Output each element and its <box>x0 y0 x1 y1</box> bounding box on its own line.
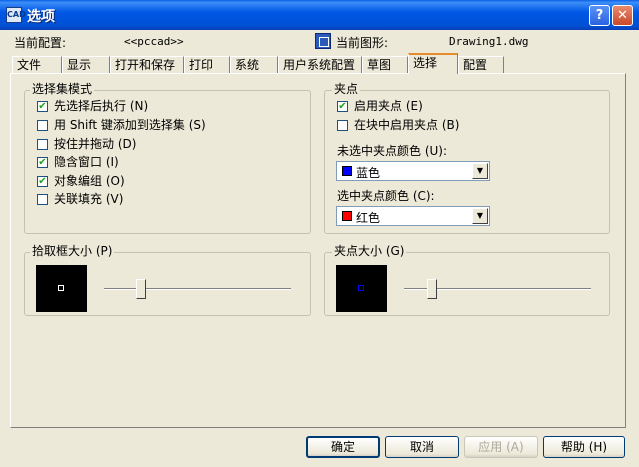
ok-button[interactable]: 确定 <box>306 436 380 458</box>
tab-files[interactable]: 文件 <box>12 56 62 73</box>
tab-system[interactable]: 系统 <box>230 56 278 73</box>
unselected-grip-color-label: 未选中夹点颜色 (U): <box>337 144 448 158</box>
help-title-button[interactable]: ? <box>589 5 610 26</box>
unselected-grip-color-value: 蓝色 <box>356 166 381 180</box>
selected-grip-color-select[interactable]: 红色 ▼ <box>336 206 490 226</box>
shift-add-label[interactable]: 用 Shift 键添加到选择集 (S) <box>54 118 206 132</box>
selected-grip-color-value: 红色 <box>356 211 381 225</box>
drawing-icon <box>315 33 331 49</box>
current-drawing-value: Drawing1.dwg <box>449 35 529 48</box>
implied-window-label[interactable]: 隐含窗口 (I) <box>54 155 119 169</box>
selected-grip-color-label: 选中夹点颜色 (C): <box>337 189 435 203</box>
associative-hatch-label[interactable]: 关联填充 (V) <box>54 192 123 206</box>
current-profile-value: <<pccad>> <box>124 35 184 48</box>
grips-in-blocks-label[interactable]: 在块中启用夹点 (B) <box>354 118 459 132</box>
noun-verb-checkbox[interactable]: ✔ <box>37 101 48 112</box>
grip-size-slider-thumb[interactable] <box>427 279 437 299</box>
associative-hatch-checkbox[interactable] <box>37 194 48 205</box>
press-drag-label[interactable]: 按住并拖动 (D) <box>54 137 136 151</box>
press-drag-checkbox[interactable] <box>37 139 48 150</box>
unselected-grip-color-select[interactable]: 蓝色 ▼ <box>336 161 490 181</box>
enable-grips-checkbox[interactable]: ✔ <box>337 101 348 112</box>
blue-swatch <box>342 166 352 176</box>
chevron-down-icon[interactable]: ▼ <box>472 163 488 179</box>
pickbox-preview <box>36 265 87 312</box>
chevron-down-icon[interactable]: ▼ <box>472 208 488 224</box>
title-bar[interactable] <box>0 0 639 30</box>
app-icon: CAD <box>6 7 26 23</box>
current-drawing-label: 当前图形: <box>336 36 389 50</box>
selection-modes-title: 选择集模式 <box>30 82 95 96</box>
tab-plot[interactable]: 打印 <box>184 56 230 73</box>
tab-drafting[interactable]: 草图 <box>362 56 408 73</box>
red-swatch <box>342 211 352 221</box>
apply-button[interactable]: 应用 (A) <box>464 436 538 458</box>
object-grouping-label[interactable]: 对象编组 (O) <box>54 174 125 188</box>
grip-square <box>358 285 364 291</box>
pickbox-square <box>58 285 64 291</box>
help-button[interactable]: 帮助 (H) <box>543 436 625 458</box>
noun-verb-label[interactable]: 先选择后执行 (N) <box>54 99 148 113</box>
grips-title: 夹点 <box>332 82 361 96</box>
tab-open-save[interactable]: 打开和保存 <box>110 56 184 73</box>
grip-size-title: 夹点大小 (G) <box>332 244 407 258</box>
cancel-button[interactable]: 取消 <box>385 436 459 458</box>
grips-in-blocks-checkbox[interactable] <box>337 120 348 131</box>
shift-add-checkbox[interactable] <box>37 120 48 131</box>
implied-window-checkbox[interactable]: ✔ <box>37 157 48 168</box>
current-profile-label: 当前配置: <box>14 36 67 50</box>
grip-size-preview <box>336 265 387 312</box>
object-grouping-checkbox[interactable]: ✔ <box>37 176 48 187</box>
close-button[interactable]: ✕ <box>612 5 633 26</box>
pickbox-size-title: 拾取框大小 (P) <box>30 244 115 258</box>
tab-display[interactable]: 显示 <box>62 56 110 73</box>
tab-user-preferences[interactable]: 用户系统配置 <box>278 56 362 73</box>
tab-profiles[interactable]: 配置 <box>458 56 504 73</box>
pickbox-slider-thumb[interactable] <box>136 279 146 299</box>
window-title: 选项 <box>27 9 55 25</box>
pickbox-slider-track[interactable] <box>104 288 291 290</box>
tab-selection[interactable]: 选择 <box>408 53 458 74</box>
enable-grips-label[interactable]: 启用夹点 (E) <box>354 99 423 113</box>
